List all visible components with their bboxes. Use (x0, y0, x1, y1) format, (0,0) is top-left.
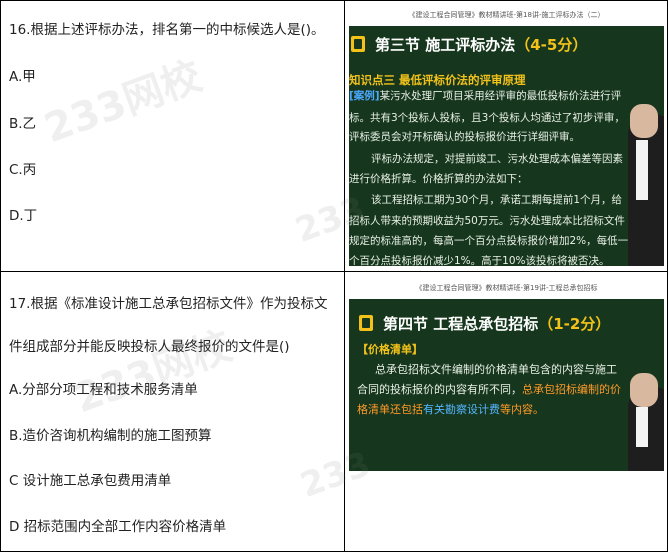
slide-heading: 第三节 施工评标办法（4-5分） (349, 32, 664, 58)
slide-text-line: 招标人带来的预期收益为50万元。污水处理成本比招标文件 (349, 215, 625, 227)
case-tag: [案例] (349, 90, 380, 102)
lecture-slide-screenshot: 《建设工程合同管理》教材精讲班-第19讲-工程总承包招标 第四节 工程总承包招标… (349, 277, 664, 471)
slide-text-line: 合同的投标报价的内容有所不同，总承包招标编制的价 (357, 383, 621, 396)
slide-text-line: 个百分点投标报价减少1%。高于10%该投标将被否决。 (349, 255, 610, 266)
slide-text-line: 进行价格折算。价格折算的办法如下： (349, 173, 528, 185)
slide-heading-score: （4-5分） (515, 36, 588, 54)
slide-heading-text: 第四节 工程总承包招标 (383, 315, 539, 333)
lecturer-face (630, 373, 658, 407)
knowledge-point: 知识点三 最低评标价法的评审原理 (349, 73, 526, 87)
question-stem: 16.根据上述评标办法，排名第一的中标候选人是()。 (9, 22, 325, 38)
lecturer-shirt (636, 140, 648, 200)
slide-text-line: 格清单还包括有关勘察设计费等内容。 (357, 403, 544, 416)
slide-text-line: 规定的标准高的，每高一个百分点投标报价增加2%，每低一 (349, 235, 629, 247)
slide-caption: 《建设工程合同管理》教材精讲班-第18讲-施工评标办法（二） (349, 4, 664, 26)
slide-heading-text: 第三节 施工评标办法 (375, 36, 516, 54)
option-d: D.丁 (9, 208, 38, 224)
question-stem-line-1: 17.根据《标准设计施工总承包招标文件》作为投标文 (9, 296, 328, 312)
slide-caption: 《建设工程合同管理》教材精讲班-第19讲-工程总承包招标 (349, 277, 664, 299)
slide-text-line: 评标办法规定，对提前竣工、污水处理成本偏差等因素 (371, 153, 623, 165)
lecturer-face (630, 104, 658, 138)
option-c: C.丙 (9, 162, 37, 178)
section-icon (351, 36, 365, 52)
option-a: A.分部分项工程和技术服务清单 (9, 382, 198, 398)
option-b: B.乙 (9, 116, 37, 132)
slide-text-line: 该工程招标工期为30个月，承诺工期每提前1个月，给 (371, 194, 623, 206)
slide-text-line: 标。共有3个投标人投标，且3个投标人均通过了初步评审， (349, 112, 625, 124)
question-stem-line-2: 件组成部分并能反映投标人最终报价的文件是() (9, 339, 290, 355)
lecturer-shirt (636, 407, 648, 447)
option-b: B.造价咨询机构编制的施工图预算 (9, 428, 212, 444)
lecture-slide-screenshot: 《建设工程合同管理》教材精讲班-第18讲-施工评标办法（二） 第三节 施工评标办… (349, 4, 664, 266)
slide-text-line: [案例]某污水处理厂项目采用经评审的最低投标价法进行评 (349, 90, 622, 102)
section-icon (359, 315, 373, 331)
price-list-tag: 【价格清单】 (357, 343, 423, 356)
option-a: A.甲 (9, 69, 36, 85)
slide-text-line: 评标委员会对开标确认的投标报价进行详细评审。 (349, 131, 580, 143)
slide-heading-score: （1-2分） (538, 315, 611, 333)
slide-text-line: 总承包招标文件编制的价格清单包含的内容与施工 (375, 363, 617, 376)
slide-heading: 第四节 工程总承包招标（1-2分） (349, 311, 664, 337)
option-d: D 招标范围内全部工作内容价格清单 (9, 519, 227, 535)
option-c: C 设计施工总承包费用清单 (9, 473, 172, 489)
